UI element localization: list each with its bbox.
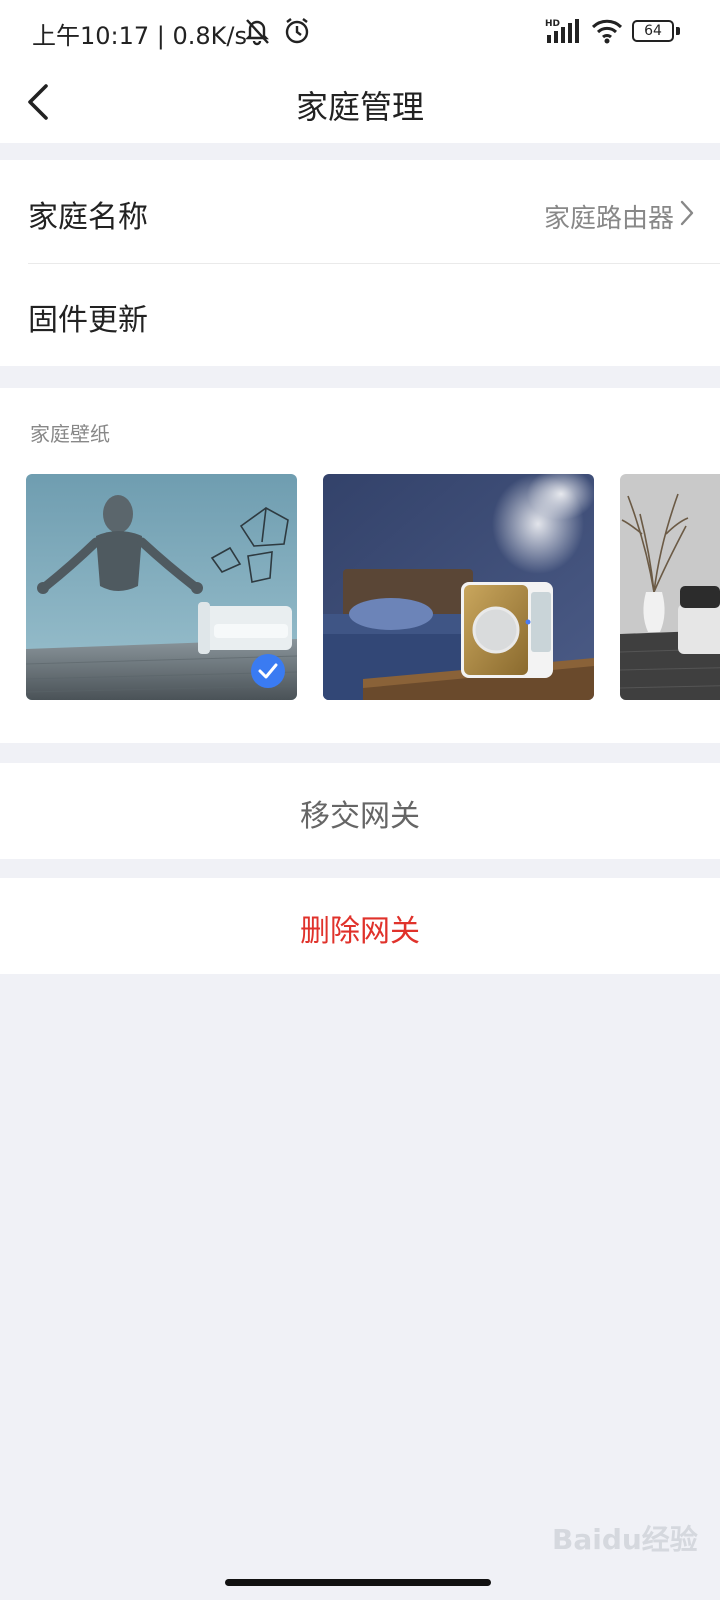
baidu-watermark: Baidu经验 [552, 1523, 698, 1556]
wallpaper-thumb-sculpture-room[interactable] [26, 474, 297, 700]
wallpaper-section-label: 家庭壁纸 [30, 422, 110, 446]
family-name-label: 家庭名称 [28, 200, 148, 235]
wallpaper-thumb-humidifier-bedroom[interactable] [323, 474, 594, 700]
settings-card: 家庭名称 家庭路由器 固件更新 [0, 160, 720, 366]
battery-level: 64 [632, 20, 674, 42]
hd-signal-icon: HD [545, 19, 579, 43]
mute-bell-icon [245, 19, 269, 46]
status-time: 上午10:17 | 0.8K/s [32, 22, 248, 50]
selected-check-icon [251, 654, 285, 688]
family-name-value: 家庭路由器 [543, 204, 674, 234]
chevron-right-icon [680, 200, 694, 226]
transfer-gateway-button[interactable]: 移交网关 [0, 763, 720, 859]
home-indicator[interactable] [225, 1579, 491, 1586]
top-bar: 上午10:17 | 0.8K/s HD 64 家庭管理 [0, 0, 720, 143]
firmware-update-label: 固件更新 [28, 303, 148, 338]
wallpaper-thumb-grey-living-room[interactable] [620, 474, 720, 700]
wallpaper-card: 家庭壁纸 [0, 388, 720, 743]
wifi-icon [591, 19, 623, 44]
transfer-gateway-label: 移交网关 [300, 799, 420, 834]
page-title: 家庭管理 [295, 88, 424, 126]
firmware-update-row[interactable]: 固件更新 [0, 263, 720, 366]
family-name-row[interactable]: 家庭名称 家庭路由器 [0, 160, 720, 264]
delete-gateway-label: 删除网关 [300, 914, 420, 949]
grey-living-room-image [620, 474, 720, 700]
svg-text:HD: HD [545, 19, 560, 29]
humidifier-bedroom-image [323, 474, 594, 700]
battery-icon: 64 [632, 20, 680, 44]
wallpaper-carousel[interactable] [26, 474, 720, 700]
battery-tip [676, 27, 680, 35]
alarm-icon [285, 18, 309, 44]
delete-gateway-button[interactable]: 删除网关 [0, 878, 720, 974]
